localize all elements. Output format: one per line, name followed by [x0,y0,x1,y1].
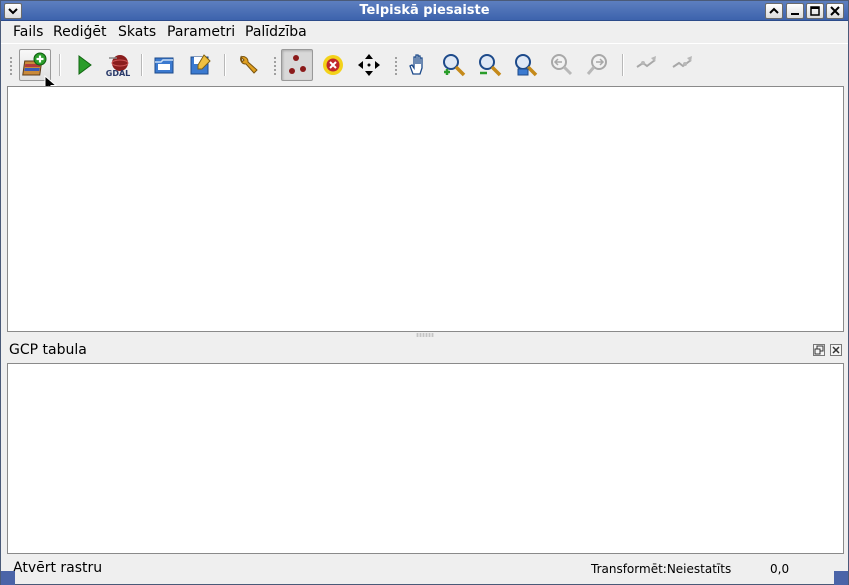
close-icon [832,346,840,354]
gdal-icon: GDAL [106,55,131,78]
close-icon [830,6,840,16]
move-point-button[interactable] [353,49,385,81]
dock-float-button[interactable] [813,344,825,356]
transformation-settings-button[interactable] [232,49,264,81]
menu-edit[interactable]: Rediģēt [53,24,106,40]
close-button[interactable] [826,3,844,19]
dock-close-button[interactable] [830,344,842,356]
status-bar: Atvērt rastru Transformēt:Neiestatīts 0,… [1,555,848,584]
gdal-icon-label: GDAL [106,69,131,78]
title-bar[interactable]: Telpiskā piesaiste [1,1,848,21]
zoom-in-button[interactable] [438,49,470,81]
load-gcp-button[interactable] [148,49,180,81]
chevron-up-icon [769,7,779,14]
georeferencer-window: Telpiskā piesaiste Fails Rediģēt Skats P… [0,0,849,585]
zoom-out-icon [479,54,502,77]
zoom-next-button[interactable] [582,49,614,81]
add-point-icon [289,55,306,74]
link-geo-icon [636,56,656,68]
hand-icon [409,54,423,75]
delete-point-button[interactable] [317,49,349,81]
menu-view[interactable]: Skats [118,24,156,40]
link-georeferencer-button[interactable] [630,49,662,81]
minimize-icon [791,13,799,15]
play-icon [78,55,92,75]
menu-file[interactable]: Fails [13,24,43,40]
toolbar-separator [622,54,624,76]
start-georeferencing-button[interactable] [67,49,99,81]
save-gcp-button[interactable] [184,49,216,81]
zoom-next-icon [586,54,607,75]
toolbar-separator [224,54,226,76]
maximize-icon [810,6,820,16]
minimize-button[interactable] [786,3,804,19]
toolbar-separator [59,54,61,76]
map-canvas[interactable] [7,86,844,332]
coordinates-readout: 0,0 [770,562,790,576]
zoom-to-layer-button[interactable] [510,49,542,81]
zoom-last-icon [551,54,573,76]
wrench-icon [240,55,258,74]
add-point-button[interactable] [281,49,313,81]
shade-button[interactable] [765,3,783,19]
transform-status: Transformēt:Neiestatīts [591,562,732,576]
zoom-layer-icon [515,54,538,77]
resize-corner-right[interactable] [834,571,848,585]
status-message: Atvērt rastru [13,560,103,576]
main-toolbar: GDAL [1,43,848,94]
toolbar-grip[interactable] [394,56,398,76]
float-icon [814,345,824,355]
resize-corner-left[interactable] [1,571,15,585]
generate-gdal-script-button[interactable]: GDAL [102,49,134,81]
zoom-out-button[interactable] [474,49,506,81]
zoom-in-icon [443,54,466,77]
pan-button[interactable] [402,49,434,81]
move-icon [358,54,380,76]
menu-settings[interactable]: Parametri [167,24,235,40]
toolbar-separator [141,54,143,76]
link-qgis-button[interactable] [666,49,698,81]
link-qgis-icon [672,56,692,68]
toolbar-grip[interactable] [9,56,13,76]
folder-open-icon [154,57,174,74]
gcp-dock-title: GCP tabula [9,342,87,358]
delete-point-icon [323,55,343,75]
zoom-last-button[interactable] [546,49,578,81]
toolbar-grip[interactable] [273,56,277,76]
menu-bar: Fails Rediģēt Skats Parametri Palīdzība [1,21,848,43]
menu-help[interactable]: Palīdzība [245,24,307,40]
save-icon [190,54,211,75]
window-title: Telpiskā piesaiste [359,3,490,18]
gcp-table[interactable] [7,363,844,554]
maximize-button[interactable] [806,3,824,19]
splitter-handle[interactable] [416,333,434,337]
